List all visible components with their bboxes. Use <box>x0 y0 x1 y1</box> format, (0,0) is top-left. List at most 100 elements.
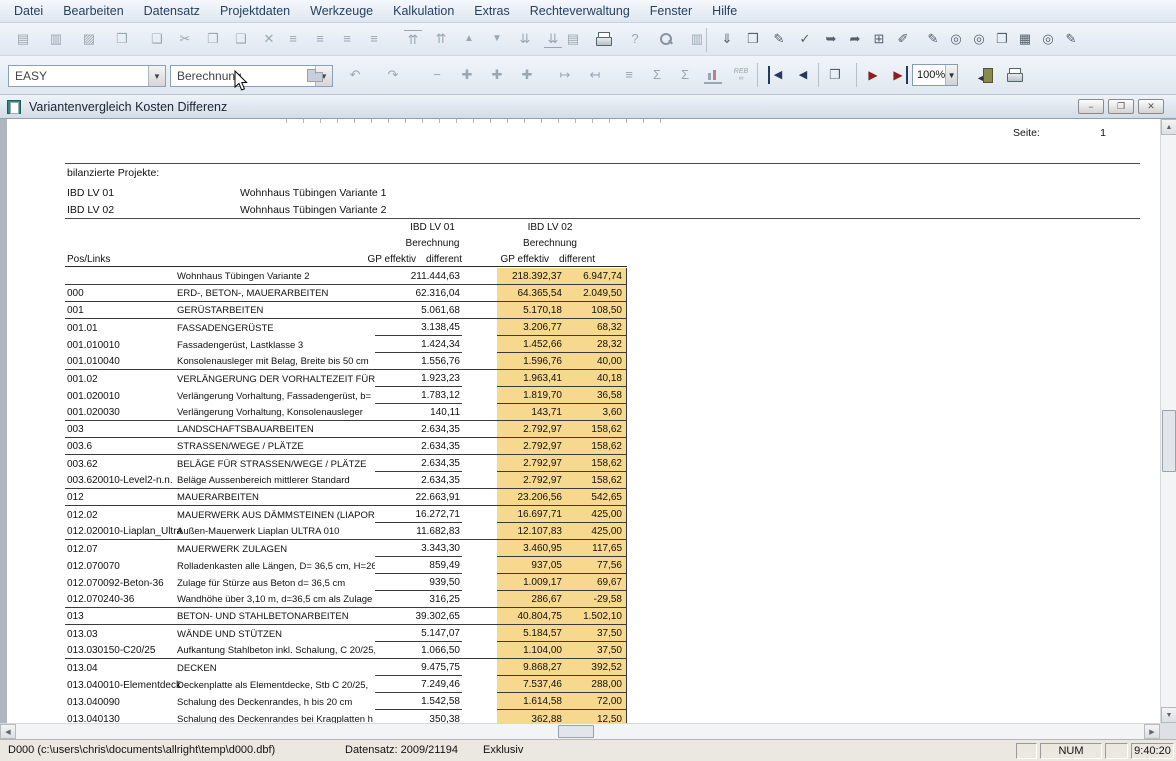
window-grid-icon[interactable]: ⊞ <box>870 30 888 48</box>
cell-pos: 003.6 <box>65 438 177 455</box>
project-combobox[interactable]: EASY ▼ <box>8 65 166 87</box>
db-search-icon[interactable]: ◎ <box>947 30 965 48</box>
print-preview-icon[interactable]: ▤ <box>564 30 582 48</box>
insert-title-icon[interactable]: ≡ <box>284 30 302 48</box>
move-down-icon[interactable]: ▼ <box>488 30 506 48</box>
cell-gp-effektiv-lv01: 2.634,35 <box>375 421 462 438</box>
cell-gp-effektiv-lv01: 1.542,58 <box>375 693 462 710</box>
picture-icon[interactable]: ▨ <box>80 30 98 48</box>
columns-icon[interactable]: ▥ <box>688 30 706 48</box>
menu-item[interactable]: Datensatz <box>134 2 210 20</box>
doc-edit-icon[interactable]: ✎ <box>924 30 942 48</box>
scroll-right-button[interactable]: ▶ <box>1144 724 1160 739</box>
open-folder-icon[interactable] <box>305 66 323 84</box>
layout-icon[interactable]: ▥ <box>47 30 65 48</box>
doc-table-icon[interactable]: ▦ <box>1016 30 1034 48</box>
document-window-titlebar[interactable]: Variantenvergleich Kosten Differenz − ❐ … <box>0 95 1176 119</box>
zoom-icon[interactable]: ◎ <box>1039 30 1057 48</box>
new-document-icon[interactable]: ❏ <box>148 30 166 48</box>
remove-position-icon[interactable]: − <box>428 66 446 84</box>
scrollbar-corner <box>1160 723 1176 739</box>
menu-item[interactable]: Bearbeiten <box>53 2 133 20</box>
horizontal-scroll-thumb[interactable] <box>558 725 594 738</box>
merge-left-icon[interactable]: ➥ <box>822 30 840 48</box>
print-icon[interactable] <box>1006 66 1024 84</box>
doc-sign-icon[interactable]: ✎ <box>1062 30 1080 48</box>
restore-button[interactable]: ❐ <box>1108 99 1134 114</box>
vertical-scroll-thumb[interactable] <box>1162 410 1176 472</box>
close-button[interactable]: ✕ <box>1138 99 1164 114</box>
menu-bar: DateiBearbeitenDatensatzProjektdatenWerk… <box>0 0 1176 23</box>
cell-gp-effektiv-lv01: 1.923,23 <box>375 370 462 387</box>
print-icon[interactable] <box>595 30 613 48</box>
assign-to-icon[interactable]: ↦ <box>556 66 574 84</box>
move-up-page-icon[interactable]: ⇈ <box>432 30 450 48</box>
list-icon[interactable]: ≡ <box>620 66 638 84</box>
help-icon[interactable]: ? <box>626 30 644 48</box>
nav-first-icon[interactable]: ◀ <box>768 66 786 84</box>
chart-icon[interactable] <box>704 66 722 84</box>
search-icon[interactable] <box>657 30 675 48</box>
copy-pages-icon[interactable]: ❐ <box>826 66 844 84</box>
menu-item[interactable]: Werkzeuge <box>300 2 383 20</box>
sum-positions-icon[interactable]: Σ <box>648 66 666 84</box>
assign-from-icon[interactable]: ↤ <box>586 66 604 84</box>
record-icon[interactable]: ❒ <box>744 30 762 48</box>
record-edit-icon[interactable]: ✎ <box>770 30 788 48</box>
menu-item[interactable]: Fenster <box>640 2 702 20</box>
copy-icon[interactable]: ❐ <box>204 30 222 48</box>
menu-item[interactable]: Kalkulation <box>383 2 464 20</box>
move-to-top-icon[interactable]: ⇈ <box>404 30 422 48</box>
cell-description: LANDSCHAFTSBAUARBEITEN <box>177 421 375 438</box>
cell-description: Rolladenkasten alle Längen, D= 36,5 cm, … <box>177 557 375 574</box>
report-icon[interactable]: ▤ <box>14 30 32 48</box>
record-check-icon[interactable]: ✓ <box>796 30 814 48</box>
insert-subposition-icon[interactable]: ≡ <box>338 30 356 48</box>
move-down-page-icon[interactable]: ⇊ <box>516 30 534 48</box>
delete-icon[interactable]: ✕ <box>260 30 278 48</box>
cell-description: Zulage für Stürze aus Beton d= 36,5 cm <box>177 574 375 591</box>
horizontal-scrollbar[interactable]: ◀ ▶ <box>0 723 1160 739</box>
nav-previous-icon[interactable]: ◀ <box>794 66 812 84</box>
pin-icon[interactable]: ✐ <box>894 30 912 48</box>
scroll-up-button[interactable]: ▲ <box>1161 119 1176 135</box>
cut-icon[interactable]: ✂ <box>176 30 194 48</box>
rule <box>65 163 1140 164</box>
nav-last-icon[interactable]: ▶ <box>890 66 908 84</box>
menu-item[interactable]: Extras <box>464 2 519 20</box>
insert-text-icon[interactable]: ≡ <box>365 30 383 48</box>
menu-item[interactable]: Rechteverwaltung <box>520 2 640 20</box>
zoom-select[interactable]: 100% ▼ <box>912 64 958 86</box>
import-record-icon[interactable]: ⇓ <box>718 30 736 48</box>
pages-icon[interactable]: ❐ <box>113 30 131 48</box>
insert-position-icon[interactable]: ≡ <box>311 30 329 48</box>
chevron-down-icon[interactable]: ▼ <box>148 66 165 86</box>
redo-icon[interactable]: ↷ <box>384 66 402 84</box>
exit-icon[interactable] <box>976 66 994 84</box>
scroll-left-button[interactable]: ◀ <box>0 724 16 739</box>
add-position-icon[interactable]: ✚ <box>488 66 506 84</box>
cell-different-lv02: 40,18 <box>570 370 627 387</box>
menu-item[interactable]: Datei <box>4 2 53 20</box>
move-up-icon[interactable]: ▲ <box>460 30 478 48</box>
move-to-bottom-icon[interactable]: ⇊ <box>544 30 562 48</box>
db-zoom-icon[interactable]: ◎ <box>970 30 988 48</box>
cell-pos: 013 <box>65 608 177 625</box>
reb-icon[interactable]: REB∞ <box>732 66 750 84</box>
merge-right-icon[interactable]: ➦ <box>846 30 864 48</box>
minimize-button[interactable]: − <box>1078 99 1104 114</box>
vertical-scrollbar[interactable]: ▲ ▼ <box>1160 119 1176 723</box>
sum-icon[interactable]: Σ <box>676 66 694 84</box>
cell-different-lv02: 158,62 <box>570 472 627 489</box>
toolbar-separator <box>757 63 758 87</box>
menu-item[interactable]: Projektdaten <box>210 2 300 20</box>
insert-position-icon[interactable]: ✚ <box>458 66 476 84</box>
chevron-down-icon[interactable]: ▼ <box>945 65 957 85</box>
nav-play-icon[interactable]: ▶ <box>864 66 882 84</box>
add-subposition-icon[interactable]: ✚ <box>518 66 536 84</box>
paste-icon[interactable]: ❑ <box>232 30 250 48</box>
doc-copy-icon[interactable]: ❐ <box>993 30 1011 48</box>
scroll-down-button[interactable]: ▼ <box>1161 707 1176 723</box>
menu-item[interactable]: Hilfe <box>702 2 747 20</box>
undo-icon[interactable]: ↶ <box>346 66 364 84</box>
